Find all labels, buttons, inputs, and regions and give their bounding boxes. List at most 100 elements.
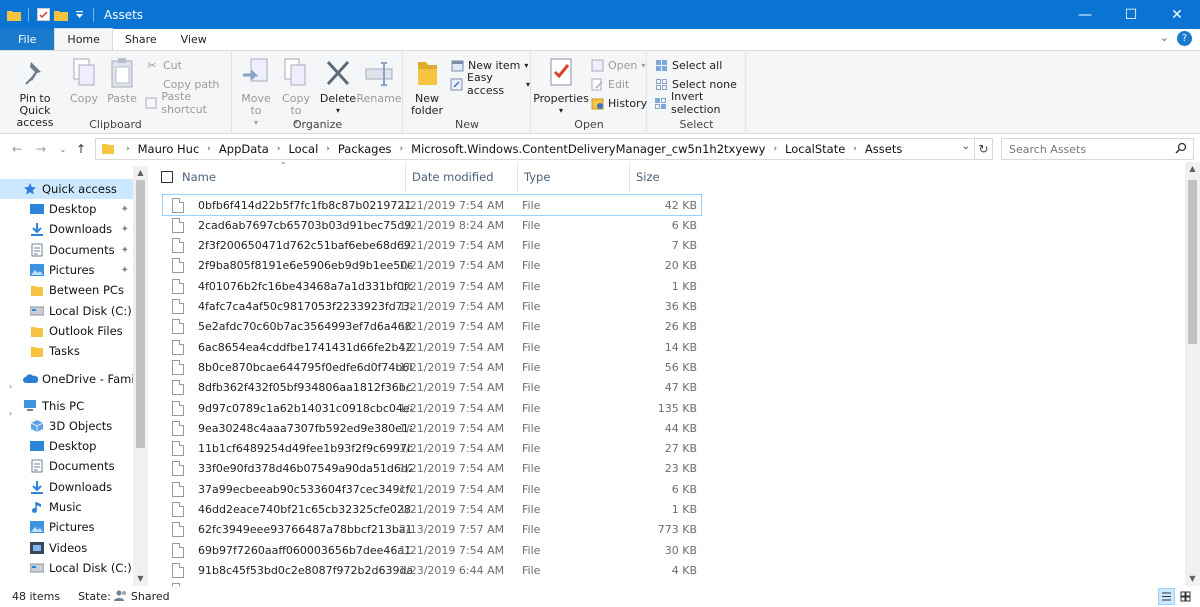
table-row[interactable]: 37a99ecbeeab90c533604f37cec349cfc... 1/21… [163, 479, 701, 499]
table-row[interactable]: 62fc3949eee93766487a78bbcf213ba10... 2/13… [163, 520, 701, 540]
chevron-right-icon[interactable]: › [120, 144, 136, 154]
invert-selection-button[interactable]: Invert selection [654, 90, 745, 116]
select-all-checkbox[interactable] [161, 171, 173, 183]
scrollbar-thumb[interactable] [136, 180, 145, 448]
nav-item-music[interactable]: Music [0, 497, 133, 517]
breadcrumb-localstate[interactable]: LocalState [783, 142, 847, 156]
nav-item-pc-local-disk[interactable]: Local Disk (C:) [0, 558, 133, 578]
navigation-scrollbar[interactable]: ▲ ▼ [133, 166, 148, 586]
table-row[interactable]: 2f3f200650471d762c51baf6ebe68d697... 1/21… [163, 236, 701, 256]
nav-this-pc[interactable]: This PC [0, 396, 133, 416]
scrollbar-thumb[interactable] [1188, 180, 1197, 344]
nav-item-pictures[interactable]: Pictures ✦ [0, 260, 133, 280]
chevron-right-icon[interactable]: › [9, 409, 12, 418]
breadcrumb-packages[interactable]: Packages [336, 142, 394, 156]
chevron-right-icon[interactable]: › [394, 144, 410, 154]
column-name[interactable]: Name [176, 162, 406, 192]
table-row[interactable]: 11b1cf6489254d49fee1b93f2f9c6997b... 1/21… [163, 439, 701, 459]
details-view-icon[interactable] [1158, 588, 1175, 605]
nav-item-outlook-files[interactable]: Outlook Files [0, 321, 133, 341]
pin-icon[interactable]: ✦ [121, 245, 129, 256]
column-date-modified[interactable]: Date modified [406, 162, 518, 192]
forward-arrow-icon[interactable]: → [32, 140, 50, 158]
customize-toolbar-icon[interactable] [71, 7, 87, 23]
large-icons-view-icon[interactable] [1177, 588, 1194, 605]
address-bar[interactable]: › Mauro Huc › AppData › Local › Packages… [95, 138, 975, 160]
search-input[interactable] [1009, 142, 1174, 156]
history-button[interactable]: History [590, 94, 647, 112]
breadcrumb-user[interactable]: Mauro Huc [136, 142, 202, 156]
chevron-right-icon[interactable]: › [9, 382, 12, 391]
easy-access-button[interactable]: Easy access ▾ [450, 71, 530, 97]
table-row[interactable]: 4f01076b2fc16be43468a7a1d331bf0fc... 1/21… [163, 276, 701, 296]
nav-item-3d-objects[interactable]: 3D Objects [0, 416, 133, 436]
tab-share[interactable]: Share [113, 29, 169, 50]
rename-button[interactable]: Rename [356, 55, 402, 105]
nav-item-desktop[interactable]: Desktop ✦ [0, 199, 133, 219]
nav-item-pc-desktop[interactable]: Desktop [0, 436, 133, 456]
table-row[interactable]: 8dfb362f432f05bf934806aa1812f36bc1... 1/2… [163, 378, 701, 398]
nav-item-pc-downloads[interactable]: Downloads [0, 477, 133, 497]
address-dropdown-icon[interactable]: ⌄ [962, 141, 970, 152]
paste-button[interactable]: Paste [104, 55, 140, 105]
table-row[interactable]: 0bfb6f414d22b5f7fc1fb8c87b0219721... 1/21… [162, 194, 702, 216]
properties-icon[interactable] [35, 7, 51, 23]
nav-item-tasks[interactable]: Tasks [0, 341, 133, 361]
properties-button[interactable]: Properties ▾ [533, 55, 589, 117]
tab-file[interactable]: File [0, 29, 55, 50]
nav-item-documents[interactable]: Documents ✦ [0, 240, 133, 260]
scroll-down-icon[interactable]: ▼ [1185, 572, 1200, 586]
back-arrow-icon[interactable]: ← [8, 140, 26, 158]
table-row[interactable]: 5e2afdc70c60b7ac3564993ef7d6a4680... 1/21… [163, 317, 701, 337]
chevron-right-icon[interactable]: › [847, 144, 863, 154]
table-row[interactable]: 33f0e90fd378d46b07549a90da51d6d2... 1/21/… [163, 459, 701, 479]
pin-icon[interactable]: ✦ [121, 204, 129, 215]
table-row[interactable]: 8b0ce870bcae644795f0edfe6d0f74b6b... 1/21… [163, 357, 701, 377]
column-size[interactable]: Size [630, 162, 704, 192]
refresh-icon[interactable]: ↻ [975, 138, 993, 160]
new-folder-button[interactable]: New folder [408, 55, 446, 117]
cut-button[interactable]: ✂ Cut [145, 56, 182, 74]
help-icon[interactable]: ? [1177, 31, 1192, 46]
tab-home[interactable]: Home [54, 28, 113, 50]
breadcrumb-appdata[interactable]: AppData [217, 142, 271, 156]
nav-item-between-pcs[interactable]: Between PCs [0, 280, 133, 300]
search-box[interactable] [1001, 138, 1194, 160]
table-row[interactable]: 2cad6ab7697cb65703b03d91bec75d9... 1/21/2… [163, 215, 701, 235]
nav-onedrive[interactable]: OneDrive - Family [0, 369, 145, 389]
table-row[interactable]: 4fafc7ca4af50c9817053f2233923fd73a... 1/2… [163, 297, 701, 317]
pin-icon[interactable]: ✦ [121, 224, 129, 235]
table-row[interactable]: 9ea30248c4aaa7307fb592ed9e380e1a... 1/21/… [163, 418, 701, 438]
nav-item-local-disk[interactable]: Local Disk (C:) [0, 301, 133, 321]
breadcrumb-local[interactable]: Local [286, 142, 320, 156]
nav-item-videos[interactable]: Videos [0, 538, 133, 558]
table-row[interactable]: 69b97f7260aaff060003656b7dee46a17... 1/21… [163, 540, 701, 560]
copy-button[interactable]: Copy [66, 55, 102, 105]
scroll-down-icon[interactable]: ▼ [133, 572, 148, 586]
open-button[interactable]: Open ▾ [590, 56, 645, 74]
nav-quick-access[interactable]: Quick access [0, 179, 133, 199]
close-button[interactable]: ✕ [1154, 0, 1200, 29]
chevron-right-icon[interactable]: › [320, 144, 336, 154]
recent-locations-icon[interactable]: ⌄ [54, 140, 72, 158]
nav-item-pc-pictures[interactable]: Pictures [0, 517, 133, 537]
expand-ribbon-icon[interactable]: ⌄ [1160, 31, 1169, 46]
table-row[interactable]: 46dd2eace740bf21c65cb32325cfe0285... 1/21… [163, 500, 701, 520]
chevron-right-icon[interactable]: › [767, 144, 783, 154]
nav-item-pc-documents[interactable]: Documents [0, 456, 133, 476]
edit-button[interactable]: Edit [590, 75, 629, 93]
maximize-button[interactable]: ☐ [1108, 0, 1154, 29]
chevron-right-icon[interactable]: › [201, 144, 217, 154]
folder-icon[interactable] [6, 7, 22, 23]
tab-view[interactable]: View [169, 29, 219, 50]
select-all-button[interactable]: Select all [654, 56, 722, 74]
table-row[interactable]: 91b8c45f53bd0c2e8087f972b2d639da... 1/23/… [163, 560, 701, 580]
table-row[interactable]: 9d97c0789c1a62b14031c0918cbc04ea... 1/21/… [163, 398, 701, 418]
nav-item-downloads[interactable]: Downloads ✦ [0, 219, 133, 239]
scroll-up-icon[interactable]: ▲ [1185, 162, 1200, 176]
file-list-scrollbar[interactable]: ▲ ▼ [1185, 162, 1200, 586]
up-arrow-icon[interactable]: ↑ [72, 140, 90, 158]
chevron-right-icon[interactable]: › [271, 144, 287, 154]
breadcrumb-package[interactable]: Microsoft.Windows.ContentDeliveryManager… [409, 142, 767, 156]
minimize-button[interactable]: — [1062, 0, 1108, 29]
